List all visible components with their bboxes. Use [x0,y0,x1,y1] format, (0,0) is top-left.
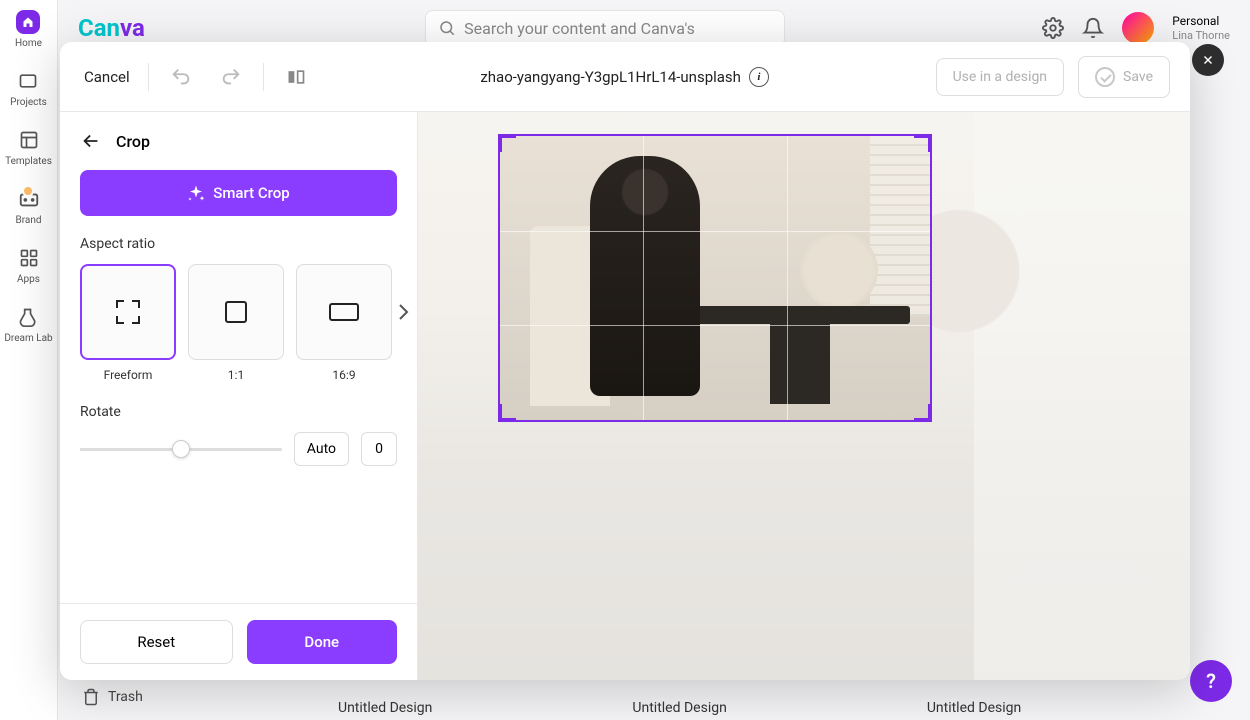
editor-modal: Cancel zhao-yangyang-Y3gpL1HrL14-unsplas… [60,42,1190,680]
aspect-label: 1:1 [228,368,244,382]
crop-title: Crop [116,132,150,151]
aspect-ratio-label: Aspect ratio [80,236,397,252]
modal-wrap: Cancel zhao-yangyang-Y3gpL1HrL14-unsplas… [0,0,1250,720]
modal-topbar: Cancel zhao-yangyang-Y3gpL1HrL14-unsplas… [60,42,1190,112]
smart-crop-label: Smart Crop [213,184,289,202]
smart-crop-button[interactable]: Smart Crop [80,170,397,216]
undo-button[interactable] [163,59,199,95]
save-button[interactable]: Save [1078,56,1170,98]
filename: zhao-yangyang-Y3gpL1HrL14-unsplash [480,68,741,86]
crop-header: Crop [60,112,417,170]
reset-button[interactable]: Reset [80,620,233,664]
rotate-label: Rotate [80,404,397,420]
canvas-area[interactable] [418,112,1190,680]
aspect-item-16-9[interactable]: 16:9 [296,264,392,382]
freeform-icon [116,300,140,324]
sparkle-icon [187,184,205,202]
square-icon [225,301,247,323]
redo-button[interactable] [213,59,249,95]
cancel-button[interactable]: Cancel [80,62,134,92]
back-arrow-icon[interactable] [80,130,102,152]
crop-handle-bl[interactable] [498,404,502,422]
crop-handle-tr[interactable] [928,134,932,152]
close-icon [1201,53,1215,67]
crop-handle-tl[interactable] [498,134,502,152]
aspect-item-1-1[interactable]: 1:1 [188,264,284,382]
auto-button[interactable]: Auto [294,432,349,466]
crop-image-content [500,136,930,420]
crop-content: Smart Crop Aspect ratio Freeform [60,170,417,603]
aspect-item-freeform[interactable]: Freeform [80,264,176,382]
aspect-box-freeform[interactable] [80,264,176,360]
rotate-row: Auto 0 [80,432,397,466]
modal-body: Crop Smart Crop Aspect ratio [60,112,1190,680]
slider-thumb[interactable] [172,440,190,458]
crop-footer: Reset Done [60,603,417,680]
save-label: Save [1123,69,1153,85]
aspect-box-1-1[interactable] [188,264,284,360]
rotate-slider[interactable] [80,439,282,459]
check-icon [1095,67,1115,87]
divider [263,63,264,91]
divider [148,63,149,91]
close-button[interactable] [1192,44,1224,76]
aspect-row: Freeform 1:1 16:9 [80,264,397,382]
use-in-design-button[interactable]: Use in a design [936,58,1064,96]
info-icon[interactable]: i [749,67,769,87]
filename-wrap: zhao-yangyang-Y3gpL1HrL14-unsplash i [328,67,922,87]
aspect-label: 16:9 [332,368,355,382]
wide-icon [329,303,359,321]
flip-button[interactable] [278,59,314,95]
aspect-box-16-9[interactable] [296,264,392,360]
done-button[interactable]: Done [247,620,398,664]
crop-handle-br[interactable] [928,404,932,422]
crop-panel: Crop Smart Crop Aspect ratio [60,112,418,680]
rotate-value-input[interactable]: 0 [361,432,397,466]
aspect-next-button[interactable] [393,260,413,364]
crop-region[interactable] [500,136,930,420]
aspect-label: Freeform [104,368,153,382]
